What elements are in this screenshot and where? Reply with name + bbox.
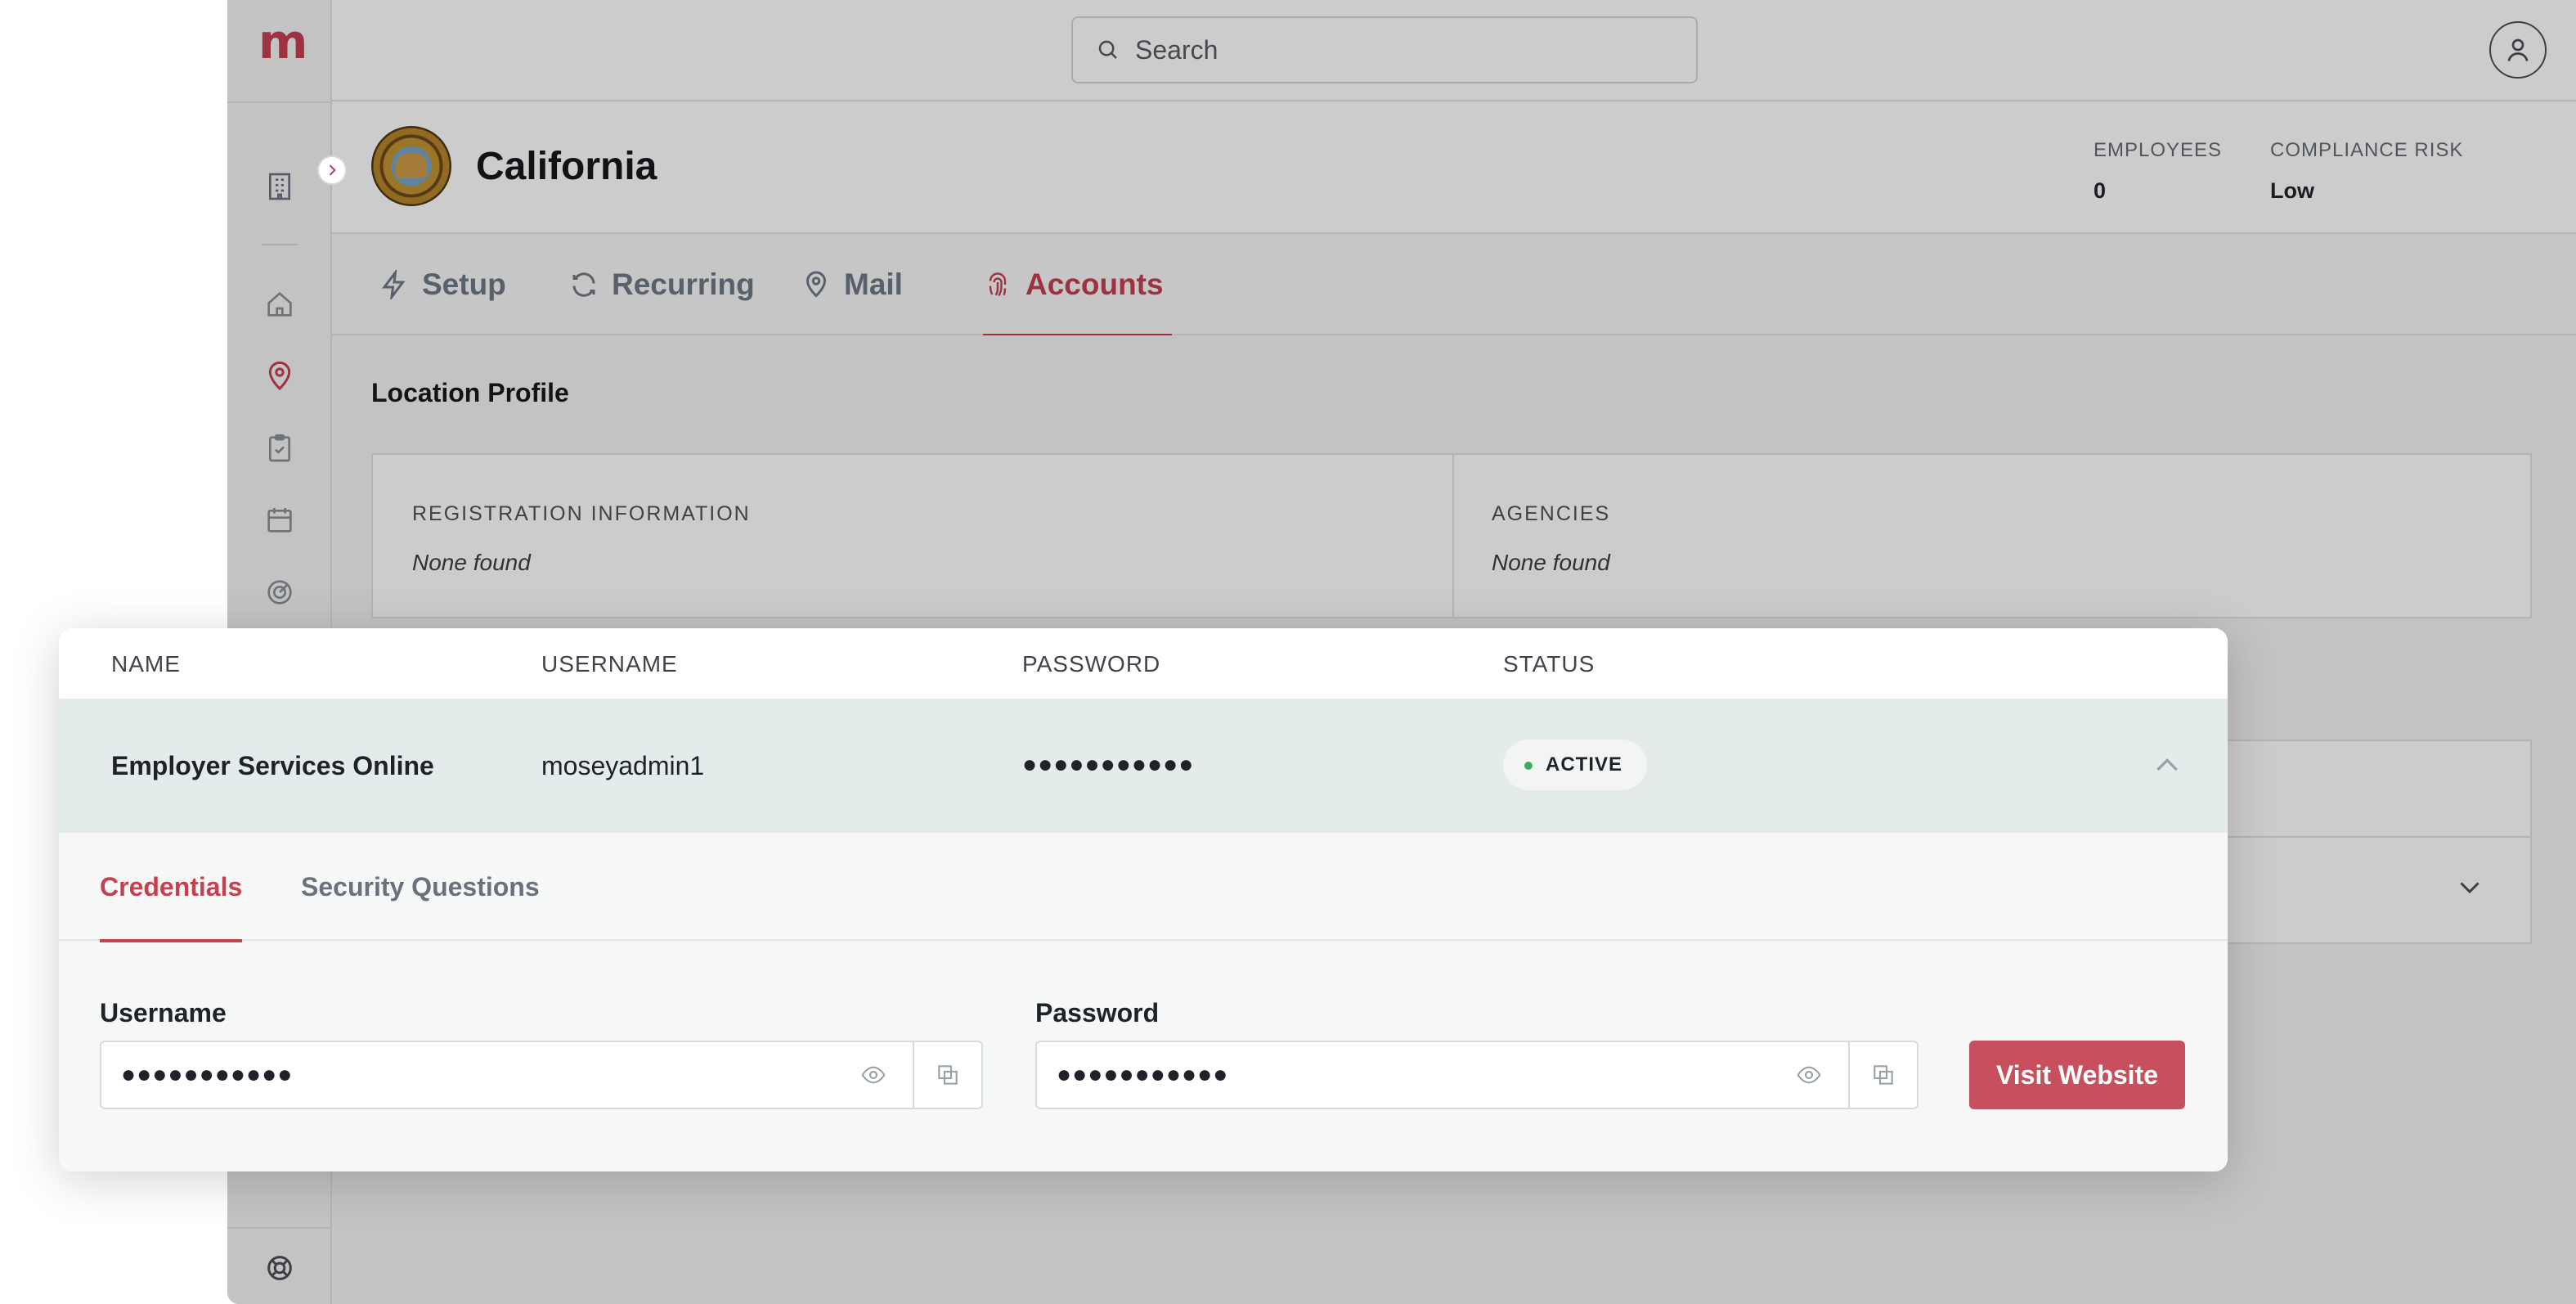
fingerprint-icon <box>989 272 1007 297</box>
registration-value: None found <box>412 550 531 575</box>
copy-password-button[interactable] <box>1848 1042 1917 1108</box>
copy-icon <box>938 1065 958 1085</box>
search-input[interactable] <box>1135 34 1626 65</box>
copy-icon <box>1874 1065 1893 1085</box>
column-header-name: NAME <box>111 651 181 677</box>
tab-label: Setup <box>422 268 506 301</box>
stat-value: Low <box>2270 178 2314 203</box>
location-tabs: Setup Recurring Mail Accounts <box>332 234 2576 337</box>
state-seal-image <box>371 126 451 206</box>
tab-credentials[interactable]: Credentials <box>100 833 243 942</box>
username-field <box>100 1041 983 1109</box>
agencies-label: AGENCIES <box>1492 502 1611 525</box>
rail-bottom-divider <box>227 1227 332 1229</box>
row-detail-panel: Credentials Security Questions Username … <box>59 833 2228 1171</box>
account-name: Employer Services Online <box>111 751 434 780</box>
account-row-expanded: NAME USERNAME PASSWORD STATUS Employer S… <box>59 628 2228 1171</box>
eye-icon[interactable] <box>859 1062 888 1088</box>
calendar-icon[interactable] <box>260 501 299 540</box>
account-username: moseyadmin1 <box>541 751 705 780</box>
sidebar-expand-button[interactable] <box>317 155 347 185</box>
password-label: Password <box>1035 998 1160 1027</box>
location-profile-card: REGISTRATION INFORMATION None found AGEN… <box>371 453 2532 618</box>
top-bar <box>332 0 2576 101</box>
map-pin-icon <box>806 271 827 298</box>
help-lifebuoy-icon[interactable] <box>260 1248 299 1288</box>
clipboard-check-icon[interactable] <box>260 429 299 468</box>
username-label: Username <box>100 998 227 1027</box>
stat-label: COMPLIANCE RISK <box>2270 139 2464 161</box>
tab-accounts[interactable]: Accounts <box>983 234 1172 337</box>
table-row[interactable]: Employer Services Online moseyadmin1 ●●●… <box>59 700 2228 833</box>
stat-compliance-risk: COMPLIANCE RISK Low <box>2270 139 2463 204</box>
tab-setup[interactable]: Setup <box>379 234 506 335</box>
tab-security-questions[interactable]: Security Questions <box>301 833 540 941</box>
tab-label: Accounts <box>1025 268 1164 301</box>
password-field <box>1035 1041 1919 1109</box>
tab-label: Mail <box>844 268 903 301</box>
stat-employees: EMPLOYEES 0 <box>2094 139 2222 204</box>
column-header-username: USERNAME <box>541 651 678 677</box>
user-icon <box>2507 38 2529 61</box>
visit-website-button[interactable]: Visit Website <box>1969 1041 2185 1109</box>
rail-divider <box>227 101 332 103</box>
account-password-masked: ●●●●●●●●●●● <box>1022 751 1195 778</box>
location-header: California EMPLOYEES 0 COMPLIANCE RISK L… <box>332 101 2576 234</box>
copy-username-button[interactable] <box>913 1042 981 1108</box>
chevron-up-icon[interactable] <box>2151 749 2183 782</box>
chevron-right-icon <box>329 164 336 176</box>
search-box[interactable] <box>1071 16 1698 83</box>
agencies-value: None found <box>1492 550 1610 575</box>
password-input[interactable] <box>1037 1061 1757 1089</box>
status-badge: ACTIVE <box>1503 740 1648 790</box>
card-divider <box>1452 455 1454 617</box>
page-title: California <box>476 145 657 188</box>
tab-label: Recurring <box>612 268 755 301</box>
stat-label: EMPLOYEES <box>2094 139 2223 161</box>
refresh-icon <box>572 272 595 297</box>
bolt-icon <box>382 270 406 299</box>
home-icon[interactable] <box>260 285 299 324</box>
rail-short-divider <box>262 244 298 245</box>
app-logo[interactable]: m <box>258 18 307 65</box>
location-pin-icon[interactable] <box>260 357 299 396</box>
chevron-down-icon[interactable] <box>2455 872 2484 902</box>
section-title: Location Profile <box>371 378 569 407</box>
stat-value: 0 <box>2094 178 2107 203</box>
building-icon[interactable] <box>260 167 299 206</box>
registration-label: REGISTRATION INFORMATION <box>412 502 751 525</box>
username-input[interactable] <box>101 1061 821 1089</box>
column-header-password: PASSWORD <box>1022 651 1161 677</box>
tab-recurring[interactable]: Recurring <box>569 234 755 335</box>
user-menu-button[interactable] <box>2489 21 2547 79</box>
target-icon[interactable] <box>260 573 299 612</box>
tab-mail[interactable]: Mail <box>801 234 903 335</box>
column-header-status: STATUS <box>1503 651 1595 677</box>
detail-tabs: Credentials Security Questions <box>59 833 2228 942</box>
search-icon <box>1098 40 1117 59</box>
eye-icon[interactable] <box>1794 1062 1824 1088</box>
table-header: NAME USERNAME PASSWORD STATUS <box>59 628 2228 700</box>
